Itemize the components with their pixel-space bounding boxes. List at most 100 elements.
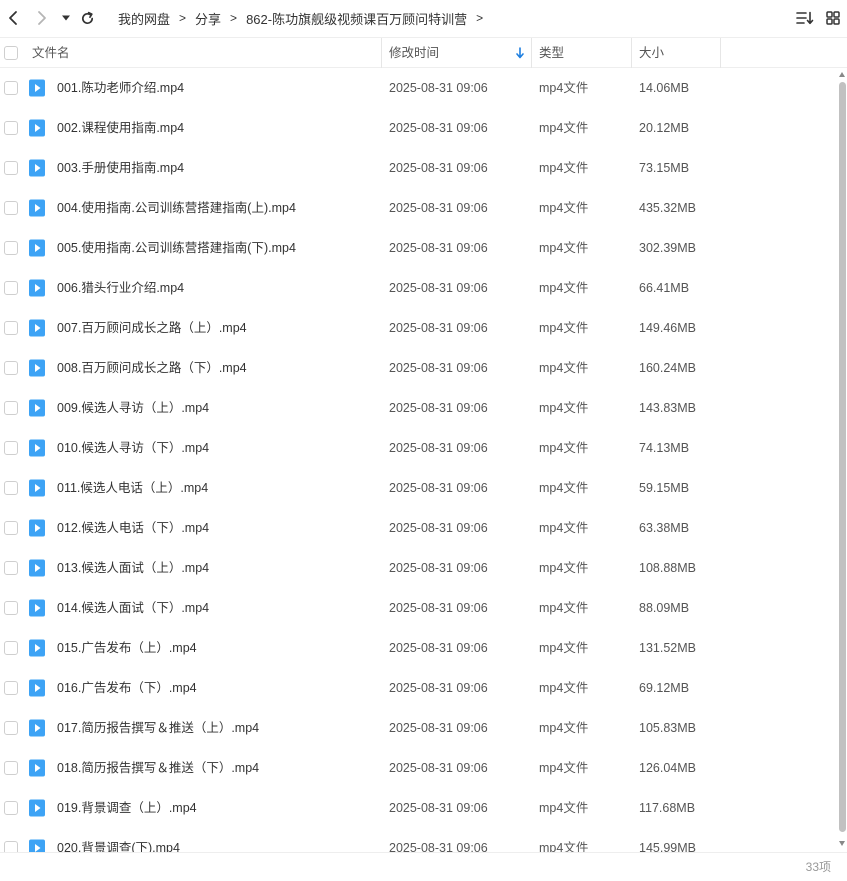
file-size: 69.12MB	[639, 681, 690, 695]
file-modified-time: 2025-08-31 09:06	[389, 561, 488, 575]
file-row[interactable]: 002.课程使用指南.mp4 2025-08-31 09:06 mp4文件 20…	[0, 108, 838, 148]
file-size: 108.88MB	[639, 561, 696, 575]
file-modified-time: 2025-08-31 09:06	[389, 481, 488, 495]
file-row[interactable]: 010.候选人寻访（下）.mp4 2025-08-31 09:06 mp4文件 …	[0, 428, 838, 468]
video-file-icon	[28, 479, 46, 497]
video-file-icon	[28, 239, 46, 257]
row-checkbox[interactable]	[4, 481, 18, 495]
row-checkbox[interactable]	[4, 721, 18, 735]
file-row[interactable]: 001.陈功老师介绍.mp4 2025-08-31 09:06 mp4文件 14…	[0, 68, 838, 108]
file-name: 014.候选人面试（下）.mp4	[57, 601, 210, 615]
file-type: mp4文件	[539, 361, 589, 375]
file-modified-time: 2025-08-31 09:06	[389, 241, 488, 255]
row-checkbox[interactable]	[4, 81, 18, 95]
row-checkbox[interactable]	[4, 441, 18, 455]
file-type: mp4文件	[539, 641, 589, 655]
file-name: 016.广告发布（下）.mp4	[57, 681, 197, 695]
video-file-icon	[28, 599, 46, 617]
row-checkbox[interactable]	[4, 401, 18, 415]
file-type: mp4文件	[539, 441, 589, 455]
file-size: 88.09MB	[639, 601, 690, 615]
history-dropdown-button[interactable]	[55, 7, 77, 29]
file-size: 66.41MB	[639, 281, 690, 295]
file-row[interactable]: 019.背景调查（上）.mp4 2025-08-31 09:06 mp4文件 1…	[0, 788, 838, 828]
row-checkbox[interactable]	[4, 601, 18, 615]
file-type: mp4文件	[539, 761, 589, 775]
breadcrumb-my-drive[interactable]: 我的网盘	[118, 9, 170, 28]
column-header-size[interactable]: 大小	[639, 38, 664, 68]
file-size: 14.06MB	[639, 81, 690, 95]
row-checkbox[interactable]	[4, 641, 18, 655]
file-modified-time: 2025-08-31 09:06	[389, 401, 488, 415]
breadcrumb-share[interactable]: 分享	[195, 9, 221, 28]
top-nav-bar: 我的网盘 > 分享 > 862-陈功旗舰级视频课百万顾问特训营 >	[0, 0, 847, 36]
file-name: 004.使用指南.公司训练营搭建指南(上).mp4	[57, 201, 296, 215]
file-modified-time: 2025-08-31 09:06	[389, 321, 488, 335]
row-checkbox[interactable]	[4, 321, 18, 335]
refresh-button[interactable]	[76, 7, 98, 29]
file-type: mp4文件	[539, 801, 589, 815]
file-row[interactable]: 017.简历报告撰写＆推送（上）.mp4 2025-08-31 09:06 mp…	[0, 708, 838, 748]
file-row[interactable]: 006.猎头行业介绍.mp4 2025-08-31 09:06 mp4文件 66…	[0, 268, 838, 308]
file-row[interactable]: 016.广告发布（下）.mp4 2025-08-31 09:06 mp4文件 6…	[0, 668, 838, 708]
vertical-scrollbar[interactable]	[838, 68, 847, 852]
row-checkbox[interactable]	[4, 121, 18, 135]
file-row[interactable]: 020.背景调查(下).mp4 2025-08-31 09:06 mp4文件 1…	[0, 828, 838, 852]
file-row[interactable]: 013.候选人面试（上）.mp4 2025-08-31 09:06 mp4文件 …	[0, 548, 838, 588]
row-checkbox[interactable]	[4, 521, 18, 535]
file-row[interactable]: 007.百万顾问成长之路（上）.mp4 2025-08-31 09:06 mp4…	[0, 308, 838, 348]
file-row[interactable]: 008.百万顾问成长之路（下）.mp4 2025-08-31 09:06 mp4…	[0, 348, 838, 388]
column-resize-handle[interactable]	[381, 38, 382, 68]
file-row[interactable]: 003.手册使用指南.mp4 2025-08-31 09:06 mp4文件 73…	[0, 148, 838, 188]
column-header-type[interactable]: 类型	[539, 38, 564, 68]
column-resize-handle[interactable]	[531, 38, 532, 68]
file-modified-time: 2025-08-31 09:06	[389, 201, 488, 215]
file-name: 018.简历报告撰写＆推送（下）.mp4	[57, 761, 260, 775]
scroll-down-arrow-icon[interactable]	[839, 841, 845, 846]
file-row[interactable]: 015.广告发布（上）.mp4 2025-08-31 09:06 mp4文件 1…	[0, 628, 838, 668]
file-type: mp4文件	[539, 521, 589, 535]
column-resize-handle[interactable]	[720, 38, 721, 68]
file-type: mp4文件	[539, 81, 589, 95]
sort-order-button[interactable]	[795, 8, 815, 28]
column-header-name[interactable]: 文件名	[32, 38, 70, 68]
file-row[interactable]: 014.候选人面试（下）.mp4 2025-08-31 09:06 mp4文件 …	[0, 588, 838, 628]
column-resize-handle[interactable]	[631, 38, 632, 68]
file-modified-time: 2025-08-31 09:06	[389, 761, 488, 775]
breadcrumb-current-folder[interactable]: 862-陈功旗舰级视频课百万顾问特训营	[246, 9, 467, 28]
back-button[interactable]	[2, 7, 24, 29]
forward-button[interactable]	[31, 7, 53, 29]
row-checkbox[interactable]	[4, 801, 18, 815]
file-row[interactable]: 005.使用指南.公司训练营搭建指南(下).mp4 2025-08-31 09:…	[0, 228, 838, 268]
column-header-modified[interactable]: 修改时间	[389, 38, 439, 68]
file-name: 005.使用指南.公司训练营搭建指南(下).mp4	[57, 241, 296, 255]
file-name: 001.陈功老师介绍.mp4	[57, 81, 185, 95]
row-checkbox[interactable]	[4, 241, 18, 255]
grid-view-button[interactable]	[823, 8, 843, 28]
row-checkbox[interactable]	[4, 841, 18, 852]
file-size: 63.38MB	[639, 521, 690, 535]
file-name: 020.背景调查(下).mp4	[57, 841, 180, 852]
breadcrumb: 我的网盘 > 分享 > 862-陈功旗舰级视频课百万顾问特训营 >	[118, 0, 492, 36]
row-checkbox[interactable]	[4, 361, 18, 375]
file-row[interactable]: 009.候选人寻访（上）.mp4 2025-08-31 09:06 mp4文件 …	[0, 388, 838, 428]
select-all-checkbox[interactable]	[4, 46, 18, 60]
file-modified-time: 2025-08-31 09:06	[389, 521, 488, 535]
row-checkbox[interactable]	[4, 201, 18, 215]
row-checkbox[interactable]	[4, 761, 18, 775]
file-name: 007.百万顾问成长之路（上）.mp4	[57, 321, 247, 335]
video-file-icon	[28, 759, 46, 777]
scroll-up-arrow-icon[interactable]	[839, 72, 845, 77]
file-row[interactable]: 011.候选人电话（上）.mp4 2025-08-31 09:06 mp4文件 …	[0, 468, 838, 508]
row-checkbox[interactable]	[4, 681, 18, 695]
file-row[interactable]: 012.候选人电话（下）.mp4 2025-08-31 09:06 mp4文件 …	[0, 508, 838, 548]
scroll-thumb[interactable]	[839, 82, 846, 832]
video-file-icon	[28, 359, 46, 377]
row-checkbox[interactable]	[4, 161, 18, 175]
file-row[interactable]: 004.使用指南.公司训练营搭建指南(上).mp4 2025-08-31 09:…	[0, 188, 838, 228]
file-row[interactable]: 018.简历报告撰写＆推送（下）.mp4 2025-08-31 09:06 mp…	[0, 748, 838, 788]
file-size: 20.12MB	[639, 121, 690, 135]
row-checkbox[interactable]	[4, 561, 18, 575]
video-file-icon	[28, 119, 46, 137]
row-checkbox[interactable]	[4, 281, 18, 295]
